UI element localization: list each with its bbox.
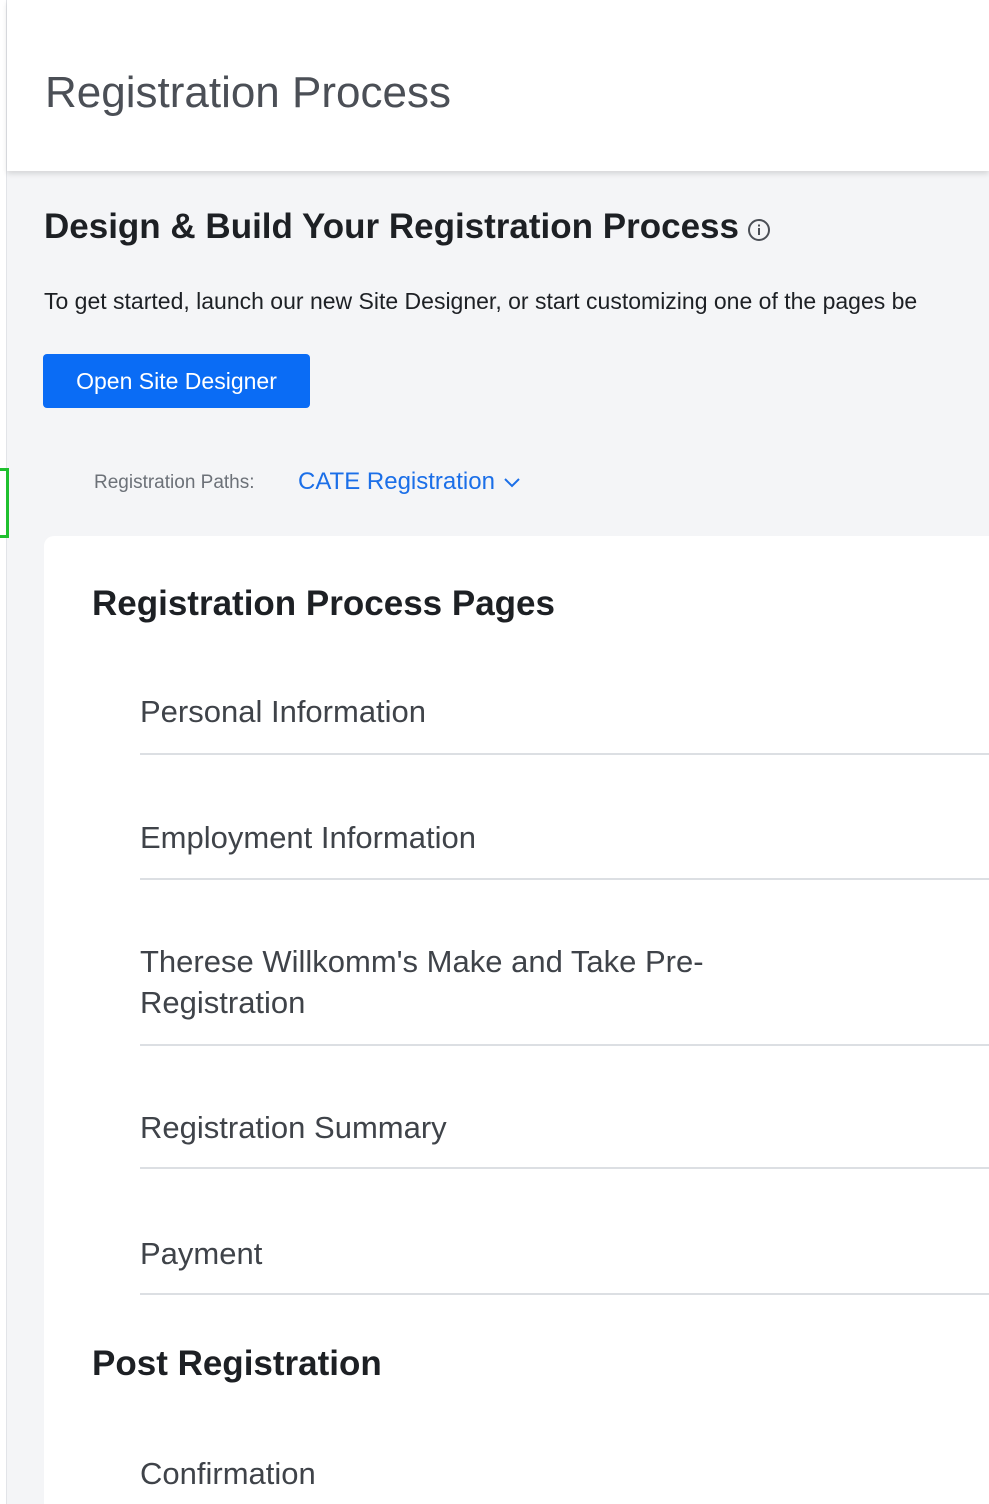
page-title: Registration Process xyxy=(45,68,451,117)
page-row-label: Registration Summary xyxy=(140,1110,447,1145)
design-section-title: Design & Build Your Registration Process xyxy=(44,207,771,247)
page-row-label: Payment xyxy=(140,1236,263,1271)
registration-process-pages-title: Registration Process Pages xyxy=(92,584,555,623)
design-section-title-text: Design & Build Your Registration Process xyxy=(44,207,739,246)
info-circle-icon[interactable] xyxy=(747,218,771,242)
page-row-registration-summary[interactable]: Registration Summary xyxy=(140,1107,989,1169)
page-row-label: Confirmation xyxy=(140,1456,316,1491)
open-site-designer-button[interactable]: Open Site Designer xyxy=(43,354,310,408)
registration-path-dropdown[interactable]: CATE Registration xyxy=(298,468,521,496)
focus-indicator xyxy=(0,468,9,538)
post-registration-title: Post Registration xyxy=(92,1344,382,1383)
page-row-payment[interactable]: Payment xyxy=(140,1233,989,1295)
page-row-label: Therese Willkomm's Make and Take Pre-Reg… xyxy=(140,944,704,1020)
page-row-confirmation[interactable]: Confirmation xyxy=(140,1453,989,1504)
page-header: Registration Process xyxy=(7,0,989,171)
registration-pages-card: Registration Process Pages Personal Info… xyxy=(44,536,989,1504)
page-row-make-and-take-pre-registration[interactable]: Therese Willkomm's Make and Take Pre-Reg… xyxy=(140,941,989,1046)
page-row-label: Employment Information xyxy=(140,820,476,855)
page-row-employment-information[interactable]: Employment Information xyxy=(140,817,989,880)
registration-path-selected: CATE Registration xyxy=(298,468,495,495)
page-row-personal-information[interactable]: Personal Information xyxy=(140,691,989,755)
registration-paths-label: Registration Paths: xyxy=(94,472,255,493)
page-row-label: Personal Information xyxy=(140,694,427,729)
chevron-down-icon xyxy=(504,478,520,488)
intro-text: To get started, launch our new Site Desi… xyxy=(44,288,918,314)
left-rail xyxy=(0,0,7,1504)
